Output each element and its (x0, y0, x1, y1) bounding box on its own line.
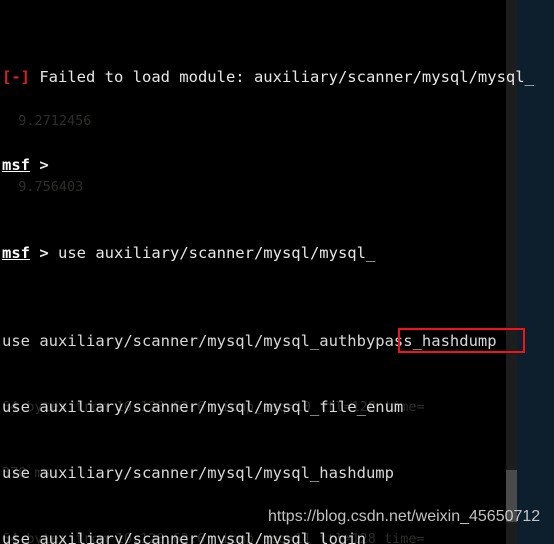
completion-item: use auxiliary/scanner/mysql/mysql_hashdu… (2, 464, 394, 482)
watermark-text: https://blog.csdn.net/weixin_45650712 (268, 508, 541, 525)
msf-prompt-label: msf (2, 244, 30, 262)
console-line-error: [-] Failed to load module: auxiliary/sca… (2, 66, 554, 88)
console-line-prompt-empty: msf > (2, 154, 554, 176)
console-output: [-] Failed to load module: auxiliary/sca… (0, 0, 554, 544)
prompt-arrow: > (30, 156, 58, 174)
error-message: Failed to load module: auxiliary/scanner… (30, 68, 534, 86)
console-line-cmd-use: msf > use auxiliary/scanner/mysql/mysql_ (2, 242, 554, 264)
completion-item: use auxiliary/scanner/mysql/mysql_authby… (2, 332, 497, 350)
completion-item: use auxiliary/scanner/mysql/mysql_file_e… (2, 398, 404, 416)
msf-prompt-label: msf (2, 156, 30, 174)
completion-item: use auxiliary/scanner/mysql/mysql_login (2, 530, 366, 544)
prompt-arrow: > (30, 244, 58, 262)
terminal-screenshot: 9.2712456 9.756403 64 bytes from 10.128.… (0, 0, 554, 544)
typed-command: use auxiliary/scanner/mysql/mysql_ (58, 244, 376, 262)
error-badge: [-] (2, 68, 30, 86)
